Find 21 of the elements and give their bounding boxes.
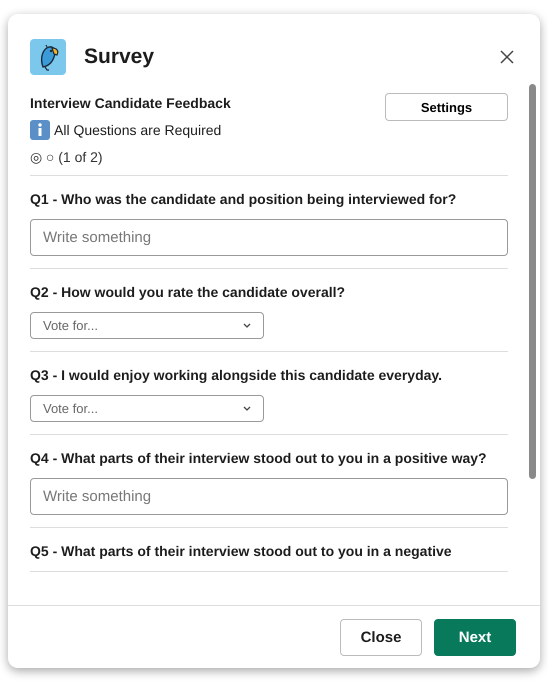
question-label: Q2 - How would you rate the candidate overall? xyxy=(30,284,346,300)
parrot-logo-icon xyxy=(30,39,66,75)
required-notice: All Questions are Required xyxy=(54,122,222,138)
answer-field[interactable]: Write something xyxy=(30,219,508,256)
close-icon[interactable] xyxy=(500,50,514,64)
answer-field[interactable]: Write something xyxy=(30,478,508,515)
info-icon xyxy=(30,120,50,140)
next-button[interactable]: Next xyxy=(434,618,516,656)
question-label: Q3 - I would enjoy working alongside this candidate everyday. xyxy=(30,367,442,383)
question-label: Q1 - Who was the candidate and position being interviewed for? xyxy=(30,191,456,207)
survey-title: Interview Candidate Feedback xyxy=(30,95,231,111)
close-button[interactable]: Close xyxy=(340,618,422,656)
question-label: Q5 - What parts of their interview stood out to you in a negative xyxy=(30,543,452,559)
chevron-down-icon xyxy=(243,406,251,411)
vote-dropdown[interactable]: Vote for... xyxy=(30,312,264,339)
vote-dropdown[interactable]: Vote for... xyxy=(30,395,264,422)
settings-button[interactable]: Settings xyxy=(385,93,508,121)
scrollbar[interactable] xyxy=(529,84,536,479)
question-label: Q4 - What parts of their interview stood out to you in a positive way? xyxy=(30,450,487,466)
chevron-down-icon xyxy=(243,323,251,328)
window-title: Survey xyxy=(84,45,156,69)
